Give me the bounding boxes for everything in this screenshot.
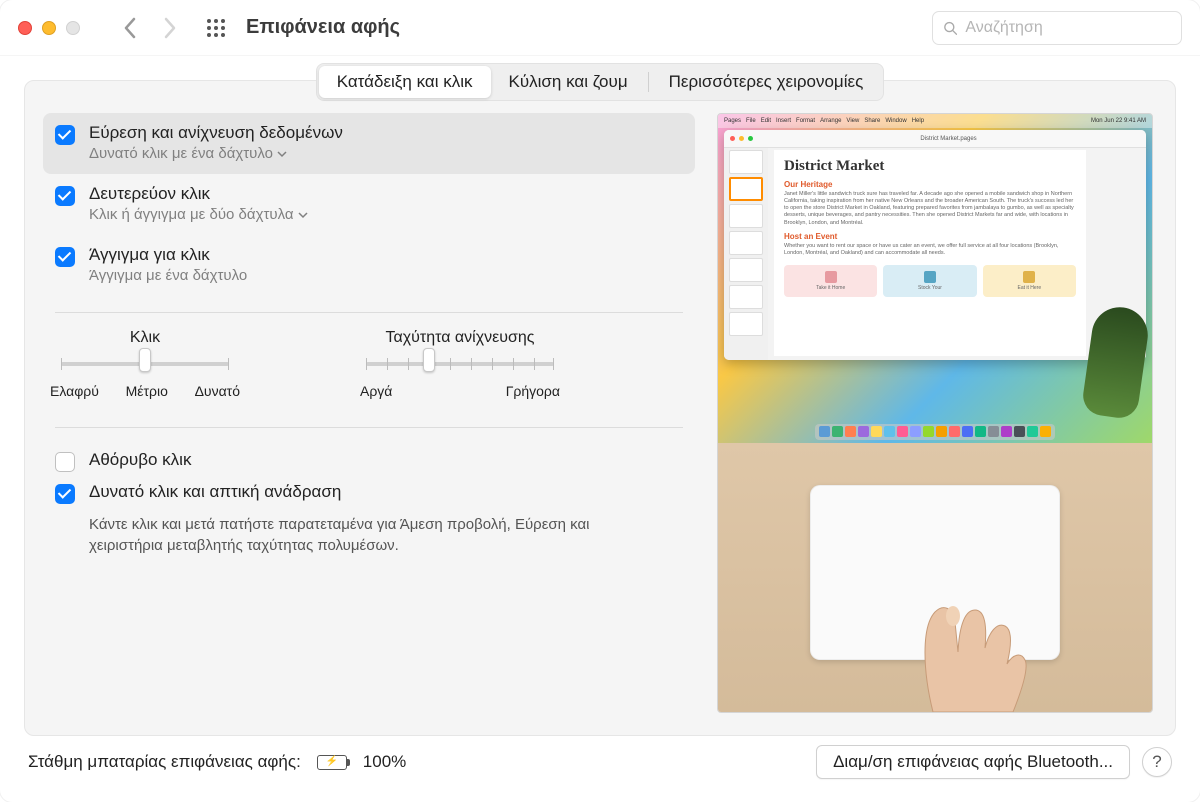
checkbox-silent-click[interactable] bbox=[55, 452, 75, 472]
divider bbox=[55, 312, 683, 313]
option-tap-label: Άγγιγμα για κλικ bbox=[89, 245, 247, 265]
click-label-medium: Μέτριο bbox=[126, 383, 168, 399]
main-panel: Κατάδειξη και κλικ Κύλιση και ζουμ Περισ… bbox=[24, 80, 1176, 736]
click-label-firm: Δυνατό bbox=[195, 383, 240, 399]
option-secondary-sub[interactable]: Κλικ ή άγγιγμα με δύο δάχτυλα bbox=[89, 206, 308, 223]
option-force-click[interactable]: Δυνατό κλικ και απτική ανάδραση bbox=[55, 482, 683, 504]
option-tap-sub: Άγγιγμα με ένα δάχτυλο bbox=[89, 267, 247, 284]
gesture-preview: PagesFileEditInsertFormatArrangeViewShar… bbox=[717, 113, 1153, 713]
option-secondary-label: Δευτερεύον κλικ bbox=[89, 184, 308, 204]
option-secondary-click[interactable]: Δευτερεύον κλικ Κλικ ή άγγιγμα με δύο δά… bbox=[43, 174, 695, 235]
click-slider-knob[interactable] bbox=[139, 348, 151, 372]
preview-app-window: District Market.pages bbox=[724, 130, 1146, 360]
bluetooth-setup-button[interactable]: Διαμ/ση επιφάνειας αφής Bluetooth... bbox=[816, 745, 1130, 779]
tracking-slider-block: Ταχύτητα ανίχνευσης bbox=[355, 329, 565, 399]
options-column: Εύρεση και ανίχνευση δεδομένων Δυνατό κλ… bbox=[43, 113, 695, 713]
tracking-slider-knob[interactable] bbox=[423, 348, 435, 372]
battery-icon: ⚡ bbox=[317, 755, 347, 770]
page-title: Επιφάνεια αφής bbox=[246, 16, 400, 39]
search-field[interactable] bbox=[932, 11, 1182, 45]
close-button[interactable] bbox=[18, 21, 32, 35]
tracking-slider-title: Ταχύτητα ανίχνευσης bbox=[386, 329, 535, 347]
divider bbox=[55, 427, 683, 428]
tab-more-gestures[interactable]: Περισσότερες χειρονομίες bbox=[651, 66, 882, 98]
checkbox-secondary-click[interactable] bbox=[55, 186, 75, 206]
force-click-desc: Κάντε κλικ και μετά πατήστε παρατεταμένα… bbox=[89, 514, 649, 556]
titlebar: Επιφάνεια αφής bbox=[0, 0, 1200, 56]
preview-doc-title: District Market bbox=[784, 158, 1076, 175]
forward-button[interactable] bbox=[150, 8, 190, 48]
content-area: Κατάδειξη και κλικ Κύλιση και ζουμ Περισ… bbox=[0, 56, 1200, 802]
checkbox-force-click[interactable] bbox=[55, 484, 75, 504]
silent-click-label: Αθόρυβο κλικ bbox=[89, 450, 191, 470]
back-button[interactable] bbox=[110, 8, 150, 48]
preview-dock bbox=[815, 424, 1055, 440]
checkbox-tap-click[interactable] bbox=[55, 247, 75, 267]
tab-scroll-zoom[interactable]: Κύλιση και ζουμ bbox=[491, 66, 646, 98]
checkbox-lookup[interactable] bbox=[55, 125, 75, 145]
tab-point-click[interactable]: Κατάδειξη και κλικ bbox=[319, 66, 491, 98]
tab-group: Κατάδειξη και κλικ Κύλιση και ζουμ Περισ… bbox=[316, 63, 885, 101]
zoom-button bbox=[66, 21, 80, 35]
battery-value: 100% bbox=[363, 752, 406, 772]
chevron-down-icon bbox=[277, 149, 287, 159]
preview-hand-icon bbox=[863, 582, 1043, 712]
force-click-label: Δυνατό κλικ και απτική ανάδραση bbox=[89, 482, 341, 502]
preview-desktop: PagesFileEditInsertFormatArrangeViewShar… bbox=[718, 114, 1152, 443]
preview-menubar: PagesFileEditInsertFormatArrangeViewShar… bbox=[718, 114, 1152, 128]
option-lookup[interactable]: Εύρεση και ανίχνευση δεδομένων Δυνατό κλ… bbox=[43, 113, 695, 174]
traffic-lights bbox=[18, 21, 80, 35]
preview-trackpad-area bbox=[718, 443, 1152, 712]
option-lookup-label: Εύρεση και ανίχνευση δεδομένων bbox=[89, 123, 343, 143]
chevron-down-icon bbox=[298, 210, 308, 220]
option-tap-click[interactable]: Άγγιγμα για κλικ Άγγιγμα με ένα δάχτυλο bbox=[43, 235, 695, 296]
tracking-slider[interactable] bbox=[366, 353, 554, 375]
search-input[interactable] bbox=[965, 19, 1171, 37]
show-all-icon[interactable] bbox=[196, 8, 236, 48]
search-icon bbox=[943, 20, 957, 36]
click-slider-block: Κλικ Ελαφρύ Μέτ bbox=[55, 329, 235, 399]
preview-column: PagesFileEditInsertFormatArrangeViewShar… bbox=[717, 113, 1153, 713]
click-slider[interactable] bbox=[61, 353, 229, 375]
option-silent-click[interactable]: Αθόρυβο κλικ bbox=[55, 450, 683, 472]
minimize-button[interactable] bbox=[42, 21, 56, 35]
help-button[interactable]: ? bbox=[1142, 747, 1172, 777]
click-slider-title: Κλικ bbox=[130, 329, 160, 347]
tracking-label-slow: Αργά bbox=[360, 383, 392, 399]
battery-label: Στάθμη μπαταρίας επιφάνειας αφής: bbox=[28, 752, 301, 772]
footer: Στάθμη μπαταρίας επιφάνειας αφής: ⚡ 100%… bbox=[24, 736, 1176, 788]
tracking-label-fast: Γρήγορα bbox=[506, 383, 560, 399]
click-label-light: Ελαφρύ bbox=[50, 383, 99, 399]
option-lookup-sub[interactable]: Δυνατό κλικ με ένα δάχτυλο bbox=[89, 145, 343, 162]
